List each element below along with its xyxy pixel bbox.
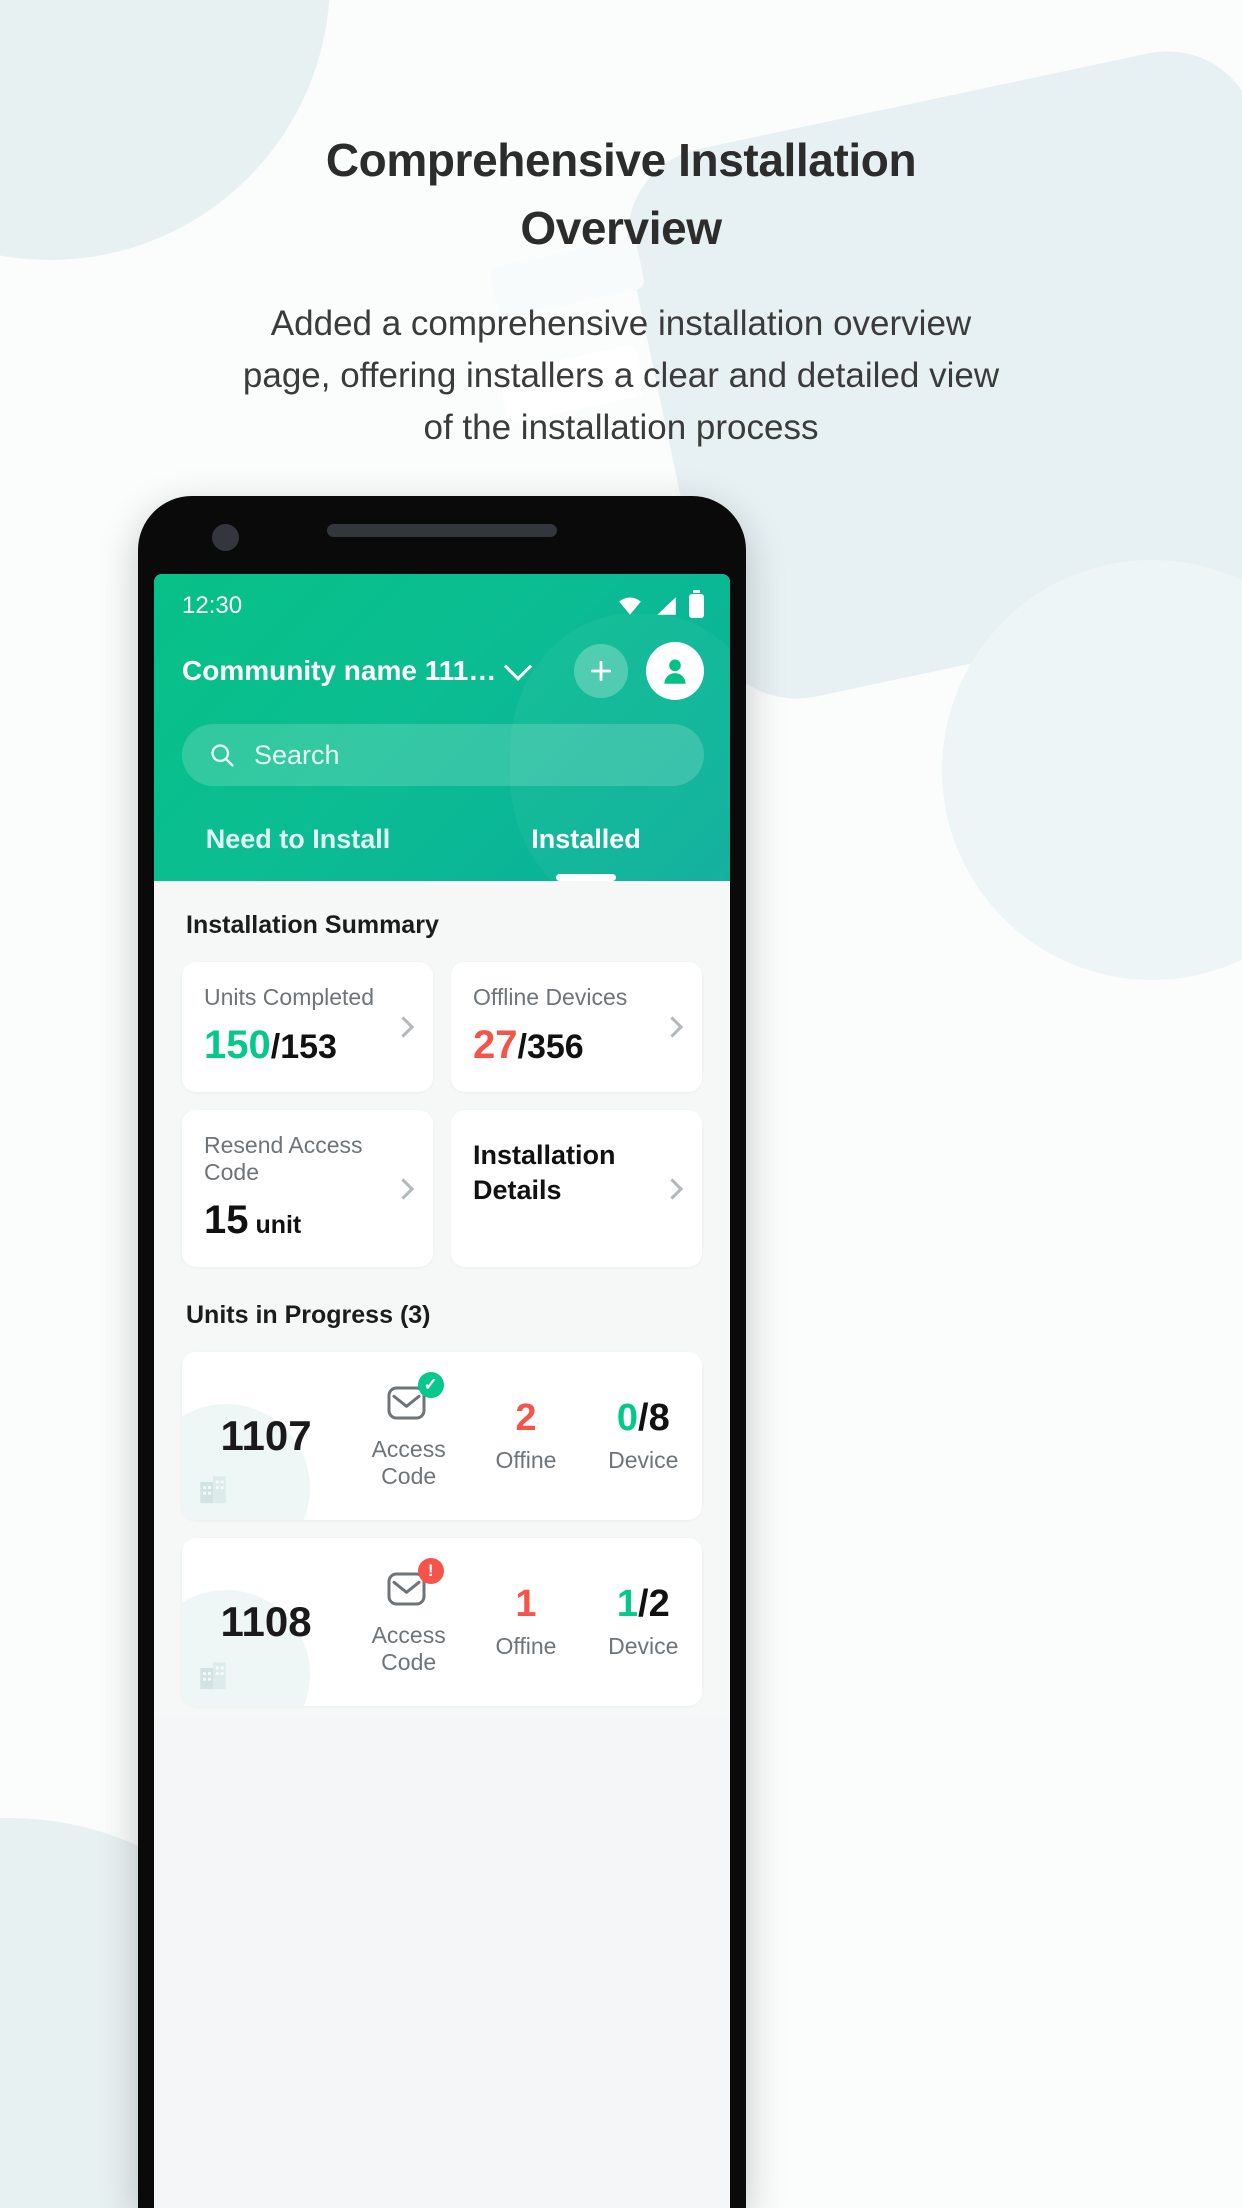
app-content: Installation Summary Units Completed 150… xyxy=(154,881,730,1716)
page-header: Comprehensive Installation Overview Adde… xyxy=(0,0,1242,454)
profile-button[interactable] xyxy=(646,642,704,700)
device-value-primary: 1 xyxy=(616,1582,639,1625)
chevron-down-icon xyxy=(504,652,533,681)
table-row[interactable]: 1108 ! Access Code 1 Offine 1/2 Device xyxy=(182,1538,702,1706)
status-bar: 12:30 xyxy=(154,574,730,624)
community-name-label: Community name 111… xyxy=(182,655,497,686)
card-installation-details[interactable]: Installation Details xyxy=(451,1110,702,1267)
card-value: 150/153 xyxy=(204,1023,411,1068)
header-actions xyxy=(574,642,704,700)
phone-mockup: 12:30 Community name 111… Search Need to… xyxy=(138,496,746,2208)
device-value-total: /8 xyxy=(638,1396,670,1439)
card-resend-access-code[interactable]: Resend Access Code 15 unit xyxy=(182,1110,433,1267)
person-icon xyxy=(664,659,686,684)
card-value-primary: 150 xyxy=(204,1023,271,1067)
card-value-total: /153 xyxy=(270,1028,337,1066)
card-label: Units Completed xyxy=(204,984,375,1010)
app-header-row: Community name 111… xyxy=(154,624,730,700)
card-value-primary: 27 xyxy=(473,1023,518,1067)
tab-bar: Need to Install Installed xyxy=(154,816,730,881)
wifi-icon xyxy=(619,597,641,615)
device-value: 0/8 xyxy=(585,1396,702,1440)
phone-notch-bar xyxy=(154,512,730,574)
search-input[interactable]: Search xyxy=(182,724,704,786)
device-value: 1/2 xyxy=(585,1582,702,1626)
page-title: Comprehensive Installation Overview xyxy=(325,134,917,255)
card-value-primary: 15 xyxy=(204,1198,249,1242)
phone-screen: 12:30 Community name 111… Search Need to… xyxy=(154,574,730,2208)
add-button[interactable] xyxy=(574,644,628,698)
search-icon xyxy=(211,744,234,767)
card-label: Resend Access Code xyxy=(204,1132,363,1185)
access-code-icon-wrap: ! xyxy=(385,1557,444,1609)
app-header: 12:30 Community name 111… Search Need to… xyxy=(154,574,730,914)
page-subtitle: Added a comprehensive installation overv… xyxy=(242,304,1000,447)
cell-device: 0/8 Device xyxy=(585,1396,702,1475)
device-value-total: /2 xyxy=(638,1582,670,1625)
community-selector[interactable]: Community name 111… xyxy=(182,652,533,687)
status-icons xyxy=(617,590,704,618)
card-units-completed[interactable]: Units Completed 150/153 xyxy=(182,962,433,1092)
earpiece-speaker xyxy=(327,524,557,537)
cell-access-code: ! Access Code xyxy=(350,1557,467,1676)
signal-icon xyxy=(657,597,676,615)
card-label: Offline Devices xyxy=(473,984,628,1010)
units-in-progress-list: 1107 ✓ Access Code 2 Offine 0/8 Device 1… xyxy=(154,1330,730,1706)
device-value-primary: 0 xyxy=(616,1396,639,1439)
card-value: 15 unit xyxy=(204,1198,411,1243)
tab-need-to-install[interactable]: Need to Install xyxy=(154,816,442,881)
offline-value: 2 xyxy=(515,1396,537,1439)
card-title: Installation Details xyxy=(473,1140,616,1205)
plus-icon xyxy=(590,660,612,682)
cell-caption: Device xyxy=(608,1633,679,1660)
card-value: 27/356 xyxy=(473,1023,680,1068)
status-badge-check: ✓ xyxy=(417,1371,444,1398)
search-placeholder: Search xyxy=(254,739,340,770)
cell-caption: Access Code xyxy=(371,1621,446,1675)
offline-value: 1 xyxy=(515,1582,537,1625)
building-icon xyxy=(200,1662,226,1690)
cell-offline: 1 Offine xyxy=(467,1582,584,1661)
cell-device: 1/2 Device xyxy=(585,1582,702,1661)
cell-caption: Access Code xyxy=(371,1435,446,1489)
card-offline-devices[interactable]: Offline Devices 27/356 xyxy=(451,962,702,1092)
cell-caption: Offine xyxy=(495,1447,557,1474)
front-camera-icon xyxy=(212,524,239,551)
tab-installed[interactable]: Installed xyxy=(442,816,730,881)
cell-access-code: ✓ Access Code xyxy=(350,1371,467,1490)
cell-caption: Device xyxy=(608,1447,679,1474)
building-icon xyxy=(200,1476,226,1504)
units-in-progress-title: Units in Progress (3) xyxy=(186,1301,431,1329)
battery-icon xyxy=(689,590,704,618)
status-time: 12:30 xyxy=(182,592,243,619)
table-row[interactable]: 1107 ✓ Access Code 2 Offine 0/8 Device xyxy=(182,1352,702,1520)
status-badge-alert: ! xyxy=(417,1557,444,1584)
unit-number: 1107 xyxy=(220,1412,312,1459)
installation-summary-title: Installation Summary xyxy=(186,911,439,939)
unit-number: 1108 xyxy=(220,1598,312,1645)
access-code-icon-wrap: ✓ xyxy=(385,1371,444,1423)
summary-card-grid: Units Completed 150/153 Offline Devices … xyxy=(154,940,730,1267)
card-value-total: unit xyxy=(248,1211,302,1239)
card-value-total: /356 xyxy=(517,1028,584,1066)
cell-caption: Offine xyxy=(495,1633,557,1660)
cell-offline: 2 Offine xyxy=(467,1396,584,1475)
